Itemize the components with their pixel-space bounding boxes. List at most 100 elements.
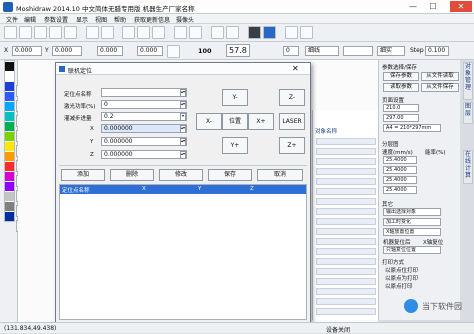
laser-power-spin[interactable]: ▴▾ [180,101,186,109]
tab-object-manager[interactable]: 对象管理 [463,62,473,100]
list-item[interactable] [316,268,376,275]
jog-y-plus-button[interactable]: Y+ [222,137,248,154]
height-field[interactable]: 0.000 [137,46,163,56]
zoom-fit-icon[interactable] [152,26,165,39]
y-coord-spin[interactable]: ▴▾ [180,138,186,146]
save-icon[interactable] [34,26,47,39]
x-coord-spin[interactable]: ▴▾ [180,125,186,133]
step-amount-dropdown[interactable]: ▾ [180,113,186,121]
jog-position-button[interactable]: 位置 [222,113,248,130]
list-item[interactable] [316,278,376,285]
layer-speed-field[interactable]: 25.4000 [383,166,417,174]
list-item[interactable] [316,238,376,245]
y-field[interactable]: 0.000 [52,46,82,56]
color-swatch[interactable] [5,92,14,101]
col-y[interactable]: Y [198,186,201,192]
list-item[interactable] [316,228,376,235]
width-field[interactable]: 0.000 [97,46,123,56]
list-item[interactable] [316,248,376,255]
machine-reset-checkbox[interactable]: 机器复位后 [383,238,411,246]
menu-edit[interactable]: 编辑 [24,15,36,24]
align-icon[interactable] [226,26,239,39]
close-button[interactable]: ✕ [450,1,472,12]
color-swatch[interactable] [5,62,14,71]
jog-z-plus-button[interactable]: Z+ [279,137,305,154]
x-axis-reset-checkbox[interactable]: X轴复位 [423,238,443,246]
save-params-button[interactable]: 保存参数 [383,72,419,81]
point-name-input[interactable] [101,88,187,97]
color-swatch[interactable] [5,82,14,91]
col-point-name[interactable]: 定位点名称 [62,186,90,194]
dialog-close-button[interactable]: ✕ [292,64,299,73]
list-item[interactable] [316,258,376,265]
node-icon[interactable] [211,26,224,39]
color-swatch[interactable] [5,182,14,191]
maximize-button[interactable]: ☐ [424,1,442,12]
laser-power-input[interactable]: 0 [101,100,187,109]
menu-updates[interactable]: 获取更新信息 [134,15,170,24]
new-icon[interactable] [4,26,17,39]
step-field[interactable]: 0.100 [425,46,449,56]
camera-icon[interactable] [248,26,261,39]
print-mode-radio-2[interactable]: 以原点为打印 [385,274,418,282]
point-name-spin[interactable]: ▴▾ [180,89,186,97]
jog-x-plus-button[interactable]: X+ [248,113,274,130]
jog-x-minus-button[interactable]: X- [196,113,222,130]
color-swatch[interactable] [5,152,14,161]
output-icon[interactable] [263,26,276,39]
ungroup-icon[interactable] [189,26,202,39]
axis-reset-position-select[interactable]: 只轴复位位置 [383,246,441,254]
list-item[interactable] [316,198,376,205]
layer-speed-field[interactable]: 25.4000 [383,176,417,184]
color-swatch[interactable] [5,202,14,211]
menu-help[interactable]: 帮助 [114,15,126,24]
color-swatch[interactable] [5,132,14,141]
z-coord-spin[interactable]: ▴▾ [180,151,186,159]
save-button[interactable]: 保存 [208,169,252,181]
color-swatch[interactable] [5,142,14,151]
settings-icon[interactable] [300,26,313,39]
delete-button[interactable]: 删除 [110,169,154,181]
lock-ratio-icon[interactable] [167,45,180,58]
list-item[interactable] [316,208,376,215]
color-swatch[interactable] [5,102,14,111]
color-swatch[interactable] [5,172,14,181]
import-icon[interactable] [49,26,62,39]
size-field[interactable]: 57.8 [226,44,250,57]
menu-display[interactable]: 显示 [76,15,88,24]
color-swatch[interactable] [5,212,14,221]
line-style-select-2[interactable] [343,46,373,56]
color-swatch[interactable] [5,162,14,171]
print-mode-radio-3[interactable]: 以原点打印 [385,282,413,290]
page-size-select[interactable]: A4 = 210*297mm [383,124,441,132]
z-coord-input[interactable]: 0.000000 [101,150,187,159]
step-amount-select[interactable]: 0.2 [101,112,187,121]
zoom-out-icon[interactable] [137,26,150,39]
save-to-file-button[interactable]: 从文件保存 [421,83,459,92]
tab-online-calc[interactable]: 在线计算 [463,150,473,184]
col-z[interactable]: Z [250,186,254,192]
line-style-select-3[interactable]: 细实 [377,46,405,56]
menu-file[interactable]: 文件 [6,15,18,24]
list-item[interactable] [316,188,376,195]
tab-layers[interactable]: 图层 [463,102,473,124]
print-mode-radio-1[interactable]: 以原点位打印 [385,266,418,274]
open-icon[interactable] [19,26,32,39]
menu-view[interactable]: 视图 [95,15,107,24]
x-field[interactable]: 0.000 [12,46,42,56]
x-axis-position-select[interactable]: X轴放置位置 [383,228,441,236]
list-item[interactable] [316,158,376,165]
jog-y-minus-button[interactable]: Y- [222,89,248,106]
color-swatch[interactable] [5,112,14,121]
menu-camera[interactable]: 摄像头 [176,15,194,24]
y-coord-input[interactable]: 0.000000 [101,137,187,146]
output-selection-select[interactable]: 输出选择对象 [383,208,441,216]
load-from-file-button[interactable]: 从文件读取 [421,72,459,81]
redo-icon[interactable] [101,26,114,39]
page-width-field[interactable]: 210.0 [383,104,419,112]
line-style-select-1[interactable]: 细线 [305,46,339,56]
undo-icon[interactable] [86,26,99,39]
color-swatch[interactable] [5,192,14,201]
x-coord-input[interactable]: 0.000000 [101,124,187,133]
export-icon[interactable] [64,26,77,39]
